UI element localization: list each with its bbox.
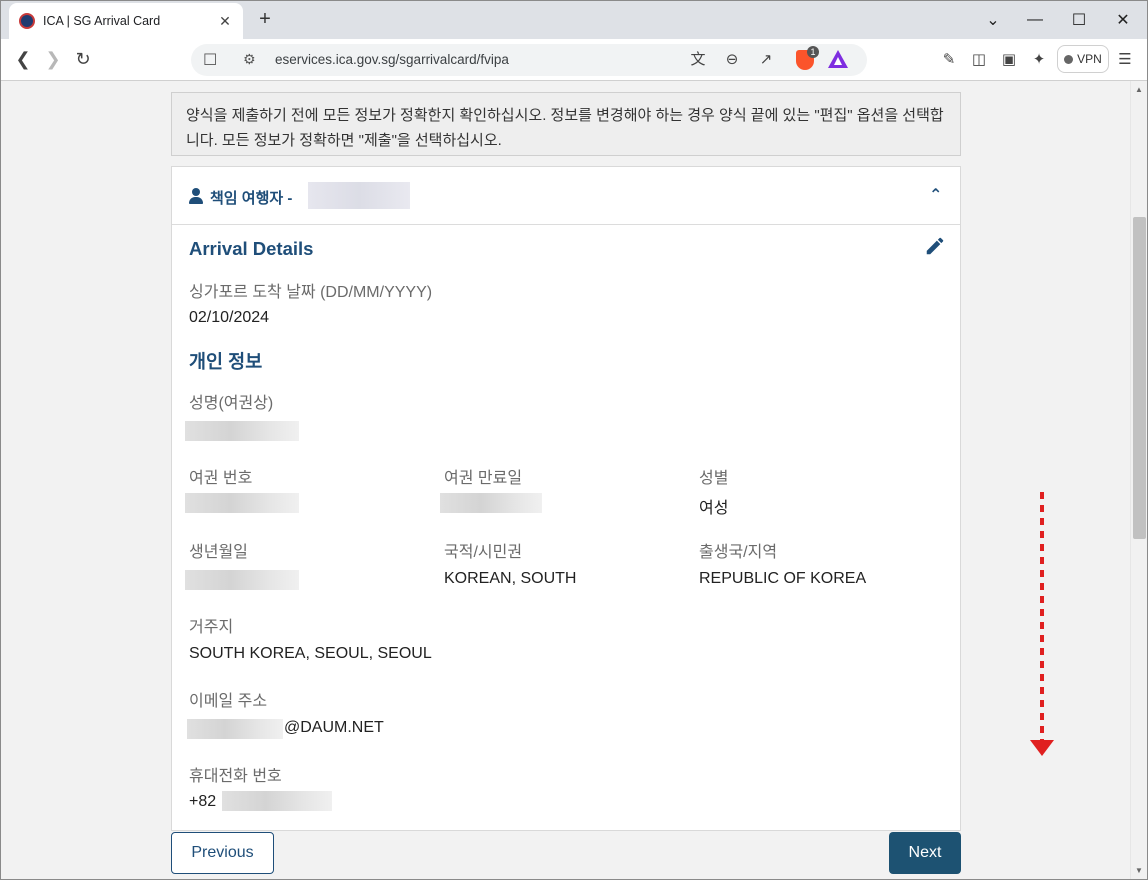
email-domain: @DAUM.NET (284, 719, 384, 737)
arrival-date-value: 02/10/2024 (189, 309, 269, 327)
forward-arrow-icon[interactable]: ❯ (41, 47, 65, 71)
bookmark-icon[interactable]: ☐ (203, 50, 217, 70)
extensions-icon[interactable]: ✎ (937, 48, 961, 72)
nationality-value: KOREAN, SOUTH (444, 570, 576, 588)
phone-number-redacted (222, 791, 332, 811)
browser-tab[interactable]: ICA | SG Arrival Card ✕ (9, 3, 243, 39)
zoom-out-icon[interactable]: ⊖ (721, 49, 743, 71)
birth-country-label: 출생국/지역 (699, 538, 777, 562)
site-info-icon[interactable]: ⚙ (243, 51, 256, 68)
traveller-name-redacted (308, 182, 410, 209)
sex-label: 성별 (699, 464, 728, 488)
dob-redacted (185, 570, 299, 590)
edit-pencil-icon[interactable] (924, 235, 946, 257)
page-scrollbar[interactable]: ▲ ▼ (1130, 81, 1147, 879)
wallet-icon[interactable]: ▣ (997, 48, 1021, 72)
tab-close-icon[interactable]: ✕ (217, 13, 233, 30)
browser-toolbar: ❮ ❯ ↻ ☐ ⚙ eservices.ica.gov.sg/sgarrival… (1, 39, 1147, 81)
close-window-button[interactable]: ✕ (1101, 2, 1145, 38)
url-text[interactable]: eservices.ica.gov.sg/sgarrivalcard/fvipa (275, 52, 509, 67)
vpn-label: VPN (1077, 52, 1102, 66)
review-notice: 양식을 제출하기 전에 모든 정보가 정확한지 확인하십시오. 정보를 변경해야… (171, 92, 961, 156)
tab-title: ICA | SG Arrival Card (43, 14, 217, 28)
residence-label: 거주지 (189, 613, 233, 637)
phone-label: 휴대전화 번호 (189, 762, 282, 786)
leo-ai-icon[interactable]: ✦ (1027, 48, 1051, 72)
scrollbar-thumb[interactable] (1133, 217, 1146, 539)
address-bar[interactable]: ☐ ⚙ eservices.ica.gov.sg/sgarrivalcard/f… (191, 44, 867, 76)
minimize-button[interactable]: — (1013, 2, 1057, 38)
previous-button[interactable]: Previous (171, 832, 274, 874)
scroll-down-icon[interactable]: ▼ (1135, 866, 1143, 875)
nationality-label: 국적/시민권 (444, 538, 522, 562)
ica-favicon-icon (19, 13, 35, 29)
new-tab-button[interactable]: + (253, 7, 277, 31)
phone-prefix: +82 (189, 793, 216, 811)
name-label: 성명(여권상) (189, 389, 273, 413)
scroll-up-icon[interactable]: ▲ (1135, 85, 1143, 94)
residence-value: SOUTH KOREA, SEOUL, SEOUL (189, 645, 432, 663)
dob-label: 생년월일 (189, 538, 248, 562)
next-button[interactable]: Next (889, 832, 961, 874)
passport-number-label: 여권 번호 (189, 464, 252, 488)
sex-value: 여성 (699, 494, 728, 518)
passport-number-redacted (185, 493, 299, 513)
passport-expiry-redacted (440, 493, 542, 513)
page-content: 양식을 제출하기 전에 모든 정보가 정확한지 확인하십시오. 정보를 변경해야… (1, 81, 1130, 879)
back-arrow-icon[interactable]: ❮ (11, 47, 35, 71)
user-icon (189, 188, 203, 204)
brave-rewards-icon[interactable] (828, 50, 848, 68)
passport-expiry-label: 여권 만료일 (444, 464, 522, 488)
tab-strip: ICA | SG Arrival Card ✕ + ⌄ — ☐ ✕ (1, 1, 1147, 39)
personal-info-title: 개인 정보 (189, 348, 262, 374)
birth-country-value: REPUBLIC OF KOREA (699, 570, 866, 588)
vpn-button[interactable]: VPN (1057, 45, 1109, 73)
traveller-header-label: 책임 여행자 - (210, 187, 292, 208)
translate-icon[interactable]: 文 (687, 49, 709, 71)
chevron-up-icon[interactable]: ⌃ (929, 185, 942, 205)
share-icon[interactable]: ↗ (755, 49, 777, 71)
tab-search-icon[interactable]: ⌄ (971, 2, 1015, 38)
arrival-details-title: Arrival Details (189, 238, 313, 260)
reload-icon[interactable]: ↻ (71, 47, 95, 71)
arrival-date-label: 싱가포르 도착 날짜 (DD/MM/YYYY) (189, 278, 432, 302)
name-redacted (185, 421, 299, 441)
traveller-card-header[interactable]: 책임 여행자 - ⌃ (172, 167, 960, 225)
menu-icon[interactable]: ☰ (1113, 48, 1137, 72)
maximize-button[interactable]: ☐ (1057, 2, 1101, 38)
shield-count-badge: 1 (807, 46, 819, 58)
email-label: 이메일 주소 (189, 687, 267, 711)
sidebar-icon[interactable]: ◫ (967, 48, 991, 72)
traveller-card: 책임 여행자 - ⌃ Arrival Details 싱가포르 도착 날짜 (D… (171, 166, 961, 831)
email-user-redacted (187, 719, 283, 739)
scroll-down-annotation-arrow-icon (1028, 490, 1058, 760)
vpn-status-icon (1064, 55, 1073, 64)
